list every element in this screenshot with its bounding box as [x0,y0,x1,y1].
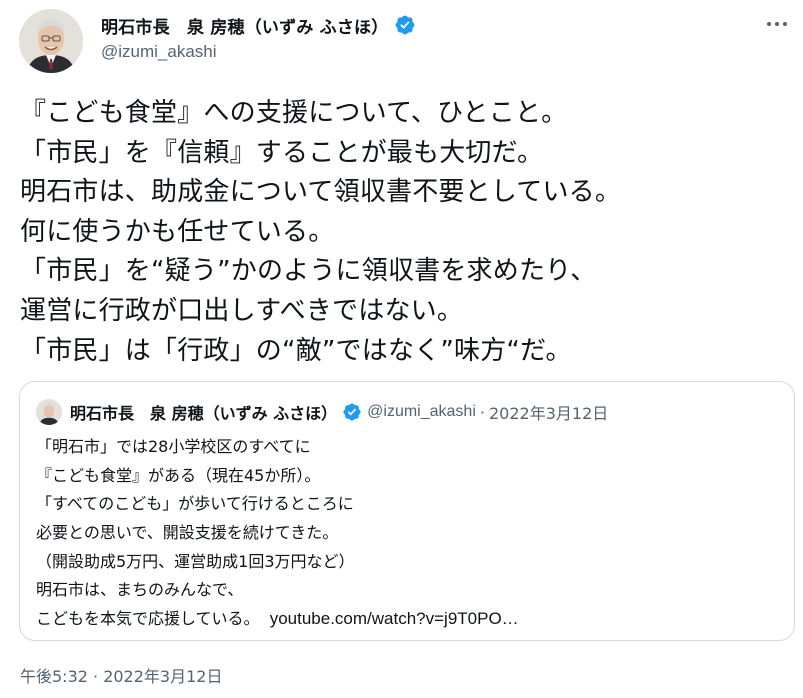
quoted-text-line: 必要との思いで、開設支援を続けてきた。 [36,523,339,543]
quoted-text-line: 「すべてのこども」が歩いて行けるところに [36,494,354,514]
quoted-text-line: 明石市は、まちのみんなで、 [36,580,244,600]
verified-badge-icon [342,402,362,422]
quoted-text-line: 「明石市」では28小学校区のすべてに [36,437,311,456]
quoted-date: 2022年3月12日 [488,404,609,423]
quoted-text-line: （開設助成5万円、運営助成1回3万円など） [36,551,355,571]
author-name[interactable]: 明石市長 泉 房穂（いずみ ふさほ） [101,13,388,38]
tweet-text-line: 「市民」を“疑う”かのように領収書を求めたり、 [20,256,597,287]
author-handle[interactable]: @izumi_akashi [101,42,416,62]
quoted-text-line: 『こども食堂』がある（現在45か所）。 [36,465,321,485]
tweet-text-line: 何に使うかも任せている。 [20,216,335,247]
author-avatar[interactable] [19,9,83,73]
quoted-link[interactable]: youtube.com/watch?v=j9T0PO… [270,609,519,628]
author-block: 明石市長 泉 房穂（いずみ ふさほ） @izumi_akashi [101,13,416,62]
tweet-timestamp[interactable]: 午後5:32 · 2022年3月12日 [20,663,222,687]
quoted-tweet-text: 「明石市」では28小学校区のすべてに 『こども食堂』がある（現在45か所）。 「… [36,433,781,634]
quoted-tweet-card[interactable]: 明石市長 泉 房穂（いずみ ふさほ） @izumi_akashi · 2022年… [19,381,795,641]
tweet-text-line: 「市民」は「行政」の“敵”ではなく”味方“だ。 [20,335,572,366]
tweet-text: 『こども食堂』への支援について、ひとこと。 「市民」を『信頼』することが最も大切… [20,94,790,371]
quoted-author-name: 明石市長 泉 房穂（いずみ ふさほ） [70,404,338,423]
verified-badge-icon [394,14,416,36]
quoted-author-avatar [36,399,62,425]
more-options-icon[interactable] [760,14,794,34]
quoted-text-last: こどもを本気で応援している。 [36,609,260,629]
tweet-text-line: 運営に行政が口出しすべきではない。 [20,295,464,326]
quoted-tweet-header: 明石市長 泉 房穂（いずみ ふさほ） @izumi_akashi · 2022年… [36,399,608,425]
tweet-text-line: 『こども食堂』への支援について、ひとこと。 [20,98,568,128]
quoted-author-handle: @izumi_akashi [367,403,476,420]
tweet-text-line: 明石市は、助成金について領収書不要としている。 [20,177,622,208]
tweet-text-line: 「市民」を『信頼』することが最も大切だ。 [20,137,544,168]
quoted-separator: · [479,402,485,422]
quoted-text-line: こどもを本気で応援している。 youtube.com/watch?v=j9T0P… [36,605,781,634]
